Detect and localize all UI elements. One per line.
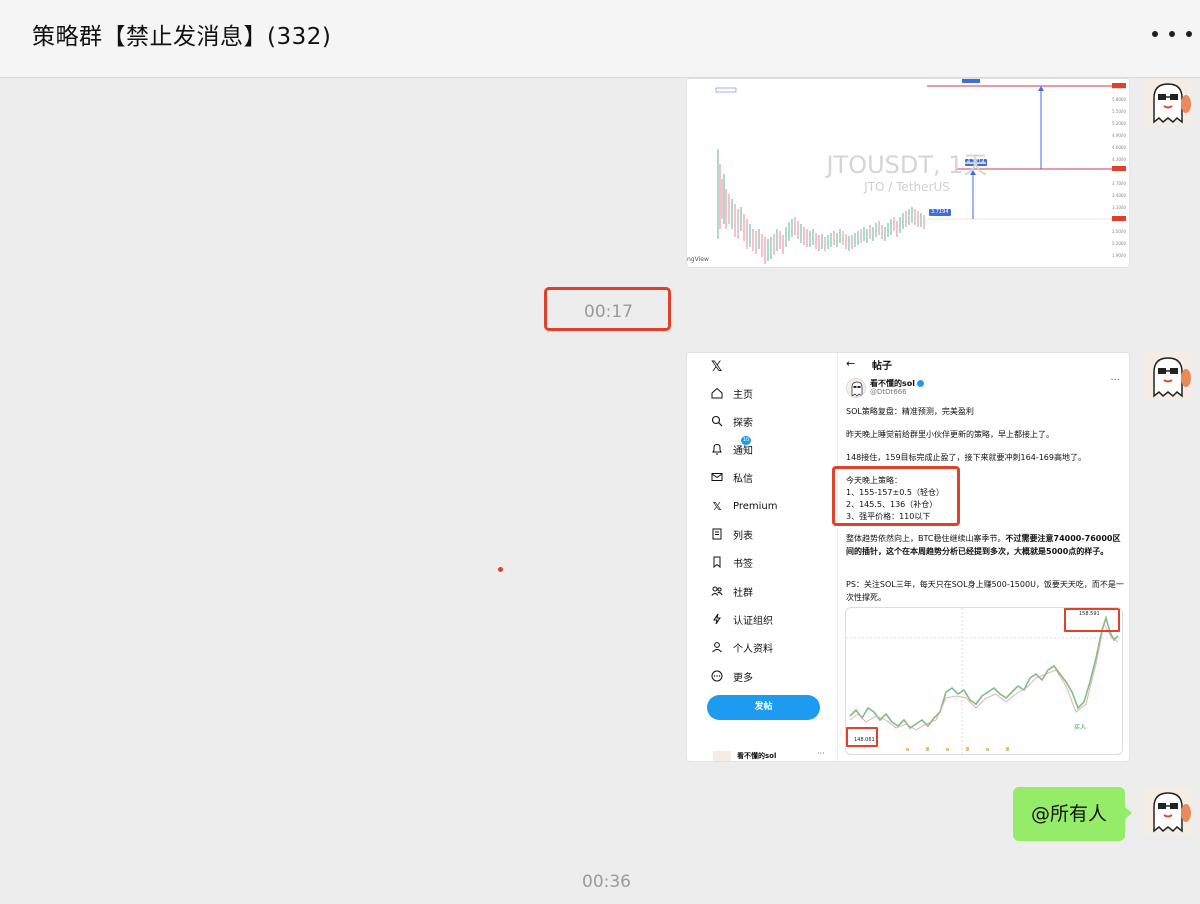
ghost-avatar-icon (1144, 352, 1192, 400)
avatar[interactable] (1144, 78, 1192, 126)
notification-badge: 10 (741, 436, 751, 445)
nav-label: 社群 (733, 587, 753, 599)
nav-label: 更多 (733, 672, 753, 684)
author-avatar[interactable] (846, 378, 866, 398)
nav-label: 认证组织 (733, 615, 773, 627)
chart-image-message[interactable]: 6.10005.80005.5000 5.20004.90004.6000 4.… (686, 78, 1130, 268)
red-dot (498, 567, 503, 572)
price-tag-current: 3.7194 (929, 209, 951, 216)
author-name-text: 看不懂的sol (870, 379, 915, 388)
mail-icon (711, 471, 723, 483)
chat-title: 策略群【禁止发消息】(332) (32, 24, 332, 50)
svg-text:2.2000: 2.2000 (1112, 241, 1126, 246)
twitter-post-pane: ← 帖子 看不懂的sol @DtDt666 ··· SOL策略复盘：精准预测，完… (838, 353, 1129, 761)
message-timestamp: 00:17 (584, 302, 633, 322)
post-more-icon[interactable]: ··· (1110, 375, 1120, 386)
chat-header: 策略群【禁止发消息】(332) (0, 0, 1200, 78)
svg-text:5.8000: 5.8000 (1112, 97, 1126, 102)
people-icon (711, 585, 723, 597)
svg-text:4.9000: 4.9000 (1112, 133, 1126, 138)
chart-top-label: 158.591 (1079, 611, 1100, 617)
list-icon (711, 528, 723, 540)
more-circle-icon (711, 670, 723, 682)
svg-text:3.4000: 3.4000 (1112, 193, 1126, 198)
svg-text:1.9000: 1.9000 (1112, 253, 1126, 258)
message-bubble[interactable]: @所有人 (1013, 787, 1132, 841)
ghost-avatar-icon (1144, 787, 1192, 835)
ghost-avatar-icon (1144, 78, 1192, 126)
mini-more-icon[interactable]: ··· (817, 749, 825, 758)
nav-item-notifications[interactable]: 10 通知 (711, 436, 753, 457)
tradingview-brand: ngView (687, 256, 709, 263)
chart-symbol-title: JTOUSDT, 1天 (826, 151, 988, 179)
svg-text:3.1000: 3.1000 (1112, 205, 1126, 210)
search-icon (711, 415, 723, 427)
nav-item-communities[interactable]: 社群 (711, 583, 753, 599)
mini-avatar[interactable] (713, 751, 731, 761)
x-logo-icon: 𝕏 (711, 359, 723, 375)
mini-user-name: 看不懂的sol (737, 752, 777, 760)
post-button[interactable]: 发帖 (707, 695, 820, 720)
svg-text:5.2000: 5.2000 (1112, 121, 1126, 126)
lightning-icon (711, 613, 723, 625)
svg-text:3.7000: 3.7000 (1112, 181, 1126, 186)
nav-label: 书签 (733, 558, 753, 570)
post-paragraph: 整体趋势依然向上，BTC稳住继续山寨季节。不过需要注意74000-76000区间… (846, 532, 1126, 558)
nav-item-profile[interactable]: 个人资料 (711, 639, 773, 655)
nav-label: Premium (733, 500, 778, 512)
author-handle: @DtDt666 (870, 388, 907, 396)
chart-buy-label: 买入 (1074, 724, 1087, 731)
nav-label: 私信 (733, 473, 753, 485)
nav-item-home[interactable]: 主页 (711, 385, 753, 401)
chart-pair-subtitle: JTO / TetherUS (864, 180, 950, 194)
x-icon: 𝕏 (712, 499, 722, 513)
svg-text:2.5000: 2.5000 (1112, 229, 1126, 234)
avatar[interactable] (1144, 787, 1192, 835)
twitter-sidebar: 𝕏 主页 探索 10 通知 私信 𝕏 Premium 列表 书签 社群 认证组织… (687, 353, 838, 761)
post-page-title: 帖子 (872, 361, 892, 372)
post-line: 148接住，159目标完成止盈了，接下来就要冲刺164-169高地了。 (846, 453, 1086, 462)
svg-text:5.5000: 5.5000 (1112, 109, 1126, 114)
nav-item-more[interactable]: 更多 (711, 668, 753, 684)
message-timestamp: 00:36 (582, 872, 631, 892)
svg-text:4.3000: 4.3000 (1112, 157, 1126, 162)
verified-badge-icon (917, 380, 924, 387)
chart-bottom-label: 148.061 (854, 737, 875, 743)
post-paragraph-plain: 整体趋势依然向上，BTC稳住继续山寨季节。 (846, 534, 1006, 543)
bookmark-icon (711, 556, 723, 568)
svg-text:4.6000: 4.6000 (1112, 145, 1126, 150)
post-line: SOL策略复盘：精准预测，完美盈利 (846, 407, 974, 416)
bell-icon (711, 443, 723, 455)
nav-item-messages[interactable]: 私信 (711, 469, 753, 485)
nav-label: 主页 (733, 389, 753, 401)
nav-label: 个人资料 (733, 643, 773, 655)
highlight-box-strategy (832, 466, 960, 526)
nav-item-lists[interactable]: 列表 (711, 526, 753, 542)
avatar[interactable] (1144, 352, 1192, 400)
post-paragraph: PS：关注SOL三年，每天只在SOL身上赚500-1500U，饭要天天吃，而不是… (846, 580, 1124, 602)
home-icon (711, 387, 723, 399)
back-arrow-icon[interactable]: ← (846, 357, 855, 370)
nav-item-bookmarks[interactable]: 书签 (711, 554, 753, 570)
nav-item-verified-orgs[interactable]: 认证组织 (711, 611, 773, 627)
more-options-icon[interactable] (1152, 22, 1192, 46)
sol-price-chart[interactable]: 158.591 148.061 买入 (845, 607, 1123, 755)
nav-label: 探索 (733, 417, 753, 429)
post-line: 昨天晚上睡觉前给群里小伙伴更新的策略，早上都接上了。 (846, 430, 1054, 439)
nav-item-premium[interactable]: 𝕏 Premium (711, 498, 778, 514)
nav-item-explore[interactable]: 探索 (711, 413, 753, 429)
person-icon (711, 641, 723, 653)
nav-label: 列表 (733, 530, 753, 542)
twitter-screenshot-message[interactable]: 𝕏 主页 探索 10 通知 私信 𝕏 Premium 列表 书签 社群 认证组织… (686, 352, 1130, 762)
